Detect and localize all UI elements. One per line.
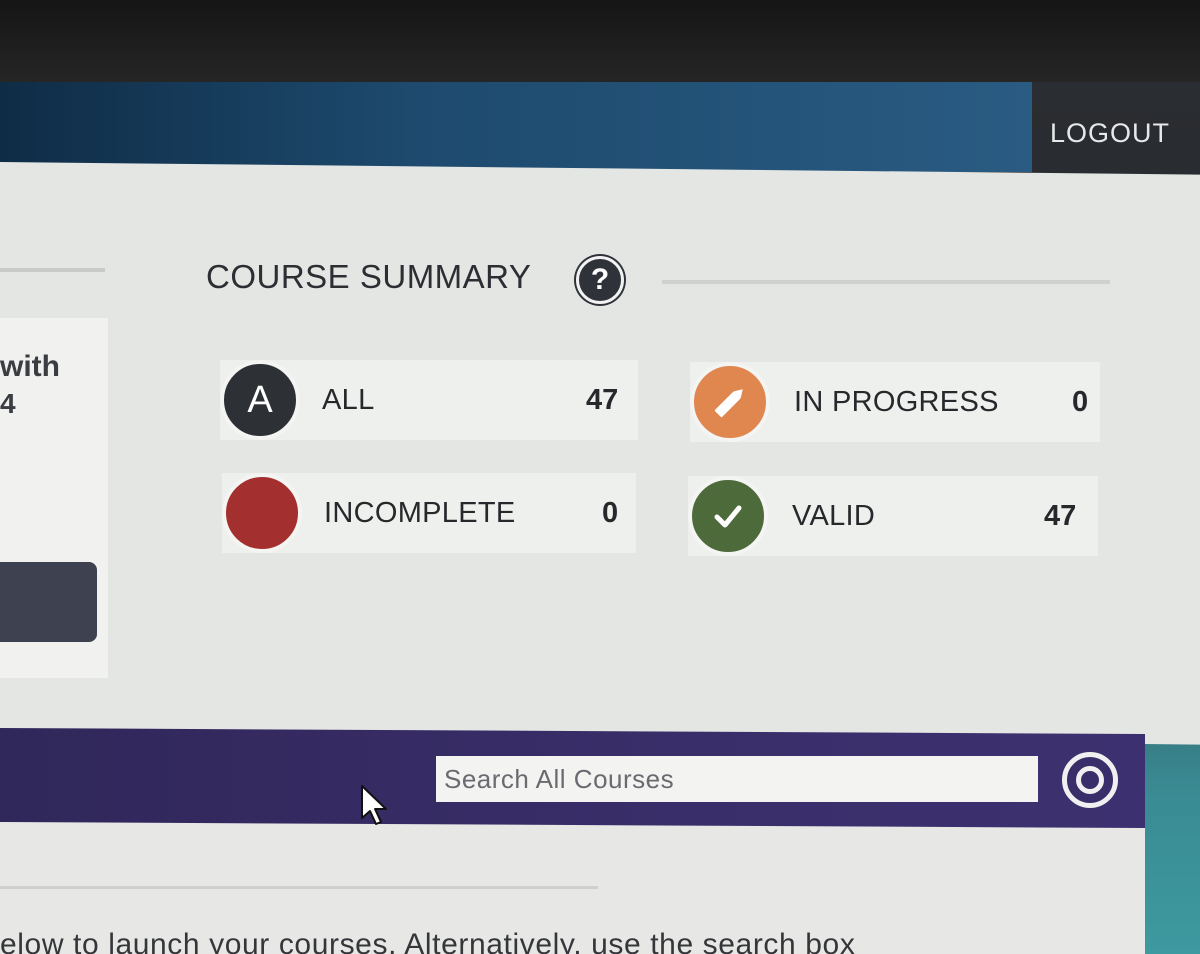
stat-label: VALID xyxy=(792,500,876,532)
mouse-cursor-icon xyxy=(361,785,387,825)
stat-count: 47 xyxy=(1044,500,1077,532)
check-icon xyxy=(688,476,768,556)
top-header-bar xyxy=(0,82,1032,172)
stat-count: 0 xyxy=(1072,386,1089,418)
search-icon xyxy=(1076,766,1104,794)
stat-count: 47 xyxy=(586,384,619,416)
left-section-divider xyxy=(0,268,105,272)
stat-in-progress[interactable]: IN PROGRESS 0 xyxy=(690,362,1100,442)
stat-count: 0 xyxy=(602,497,619,529)
left-action-button[interactable] xyxy=(0,562,97,642)
stat-valid[interactable]: VALID 47 xyxy=(688,476,1098,556)
stat-label: INCOMPLETE xyxy=(324,497,516,529)
logout-link[interactable]: LOGOUT xyxy=(1050,118,1170,149)
course-summary-title: COURSE SUMMARY xyxy=(206,258,532,295)
lower-divider xyxy=(0,886,598,889)
main-panel xyxy=(0,162,1200,745)
search-button[interactable] xyxy=(1062,752,1118,808)
letter-a-icon: A xyxy=(220,360,300,440)
left-card-text: with xyxy=(0,350,60,383)
stat-label: ALL xyxy=(322,384,375,416)
intro-text: elow to launch your courses. Alternative… xyxy=(0,928,856,954)
red-circle-icon xyxy=(222,473,302,553)
stat-label: IN PROGRESS xyxy=(794,386,999,418)
stat-all[interactable]: A ALL 47 xyxy=(220,360,638,440)
summary-divider xyxy=(662,280,1110,284)
pencil-icon xyxy=(690,362,770,442)
search-input[interactable] xyxy=(436,756,1038,802)
help-icon[interactable]: ? xyxy=(576,256,624,304)
stat-incomplete[interactable]: INCOMPLETE 0 xyxy=(222,473,636,553)
left-card-text-2: 4 xyxy=(0,388,16,419)
